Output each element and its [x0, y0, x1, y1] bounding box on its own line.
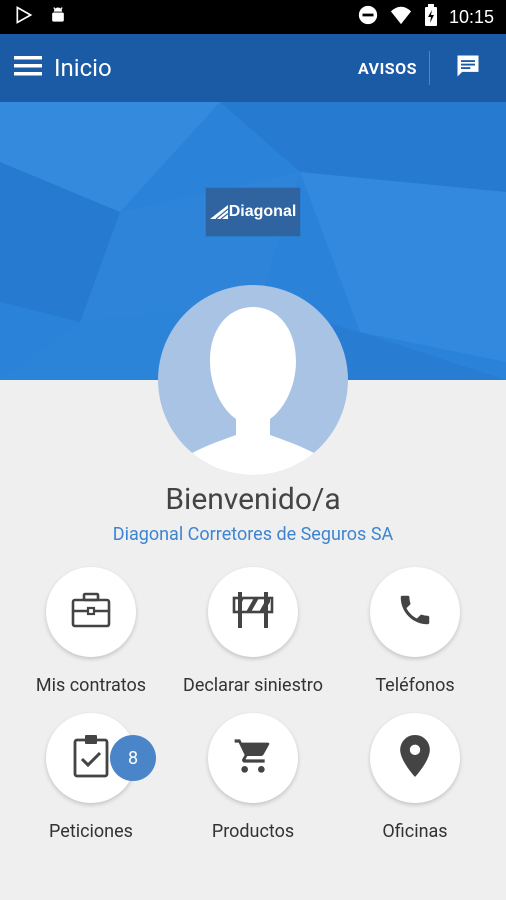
company-name: Diagonal Corretores de Seguros SA [112, 524, 394, 545]
avatar[interactable] [158, 285, 348, 475]
phone-icon [396, 591, 434, 633]
message-icon [454, 52, 482, 84]
hamburger-icon [14, 54, 42, 82]
do-not-disturb-icon [357, 4, 379, 30]
messages-button[interactable] [430, 34, 506, 102]
user-silhouette-icon [164, 307, 342, 475]
tile-productos[interactable]: Productos [168, 713, 338, 842]
wifi-icon [389, 4, 413, 30]
oficinas-label: Oficinas [382, 821, 448, 842]
status-bar: 10:15 [0, 0, 506, 34]
tile-telefonos[interactable]: Teléfonos [330, 567, 500, 696]
logo-text: Diagonal [228, 203, 297, 220]
barrier-icon [232, 590, 274, 634]
peticiones-label: Peticiones [49, 821, 133, 842]
briefcase-icon [71, 592, 111, 632]
page-title: Inicio [54, 54, 112, 82]
productos-label: Productos [211, 821, 295, 842]
cart-icon [233, 736, 273, 780]
mis-contratos-button[interactable] [46, 567, 136, 657]
diagonal-logo: Diagonal [206, 188, 300, 236]
android-icon [48, 5, 68, 29]
peticiones-badge: 8 [110, 735, 156, 781]
location-pin-icon [400, 735, 430, 781]
clock: 10:15 [448, 6, 494, 27]
tile-peticiones[interactable]: 8 Peticiones [6, 713, 176, 842]
app-bar: Inicio AVISOS [0, 34, 506, 102]
play-store-icon [14, 5, 34, 29]
clipboard-check-icon [72, 734, 110, 782]
mis-contratos-label: Mis contratos [35, 675, 147, 696]
tile-declarar-siniestro[interactable]: Declarar siniestro [168, 567, 338, 696]
welcome-text: Bienvenido/a [165, 482, 341, 517]
oficinas-button[interactable] [370, 713, 460, 803]
battery-icon [423, 3, 439, 31]
menu-button[interactable] [0, 34, 56, 102]
telefonos-label: Teléfonos [375, 675, 455, 696]
avisos-button[interactable]: AVISOS [358, 59, 429, 78]
telefonos-button[interactable] [370, 567, 460, 657]
productos-button[interactable] [208, 713, 298, 803]
tile-oficinas[interactable]: Oficinas [330, 713, 500, 842]
tile-mis-contratos[interactable]: Mis contratos [6, 567, 176, 696]
declarar-siniestro-label: Declarar siniestro [183, 675, 323, 696]
declarar-siniestro-button[interactable] [208, 567, 298, 657]
